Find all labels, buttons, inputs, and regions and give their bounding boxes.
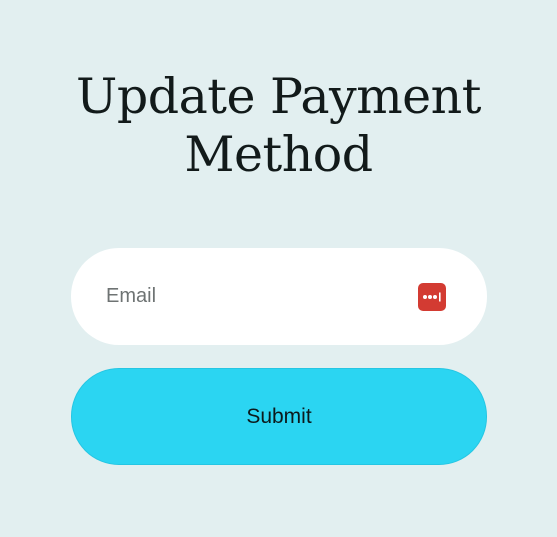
submit-button[interactable]: Submit bbox=[71, 368, 487, 465]
page-title-line-2: Method bbox=[184, 126, 373, 183]
page-title-line-1: Update Payment bbox=[76, 68, 481, 125]
email-field-container bbox=[71, 248, 487, 345]
update-payment-page: Update Payment Method Submit bbox=[0, 0, 557, 537]
dots-icon bbox=[423, 292, 441, 302]
page-title: Update Payment Method bbox=[0, 68, 557, 184]
password-manager-icon[interactable] bbox=[418, 283, 446, 311]
